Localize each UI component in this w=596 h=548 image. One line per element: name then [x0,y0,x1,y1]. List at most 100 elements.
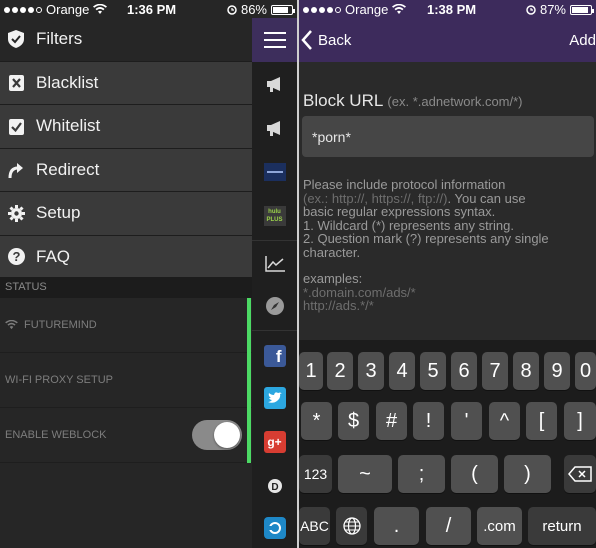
key-slash[interactable]: / [426,507,471,545]
megaphone-icon[interactable] [252,62,297,106]
menu-icon[interactable] [252,18,297,62]
menu-item-label: Whitelist [36,116,101,136]
block-url-hint: (ex. *.adnetwork.com/*) [387,94,523,109]
enable-weblock-toggle[interactable] [192,420,242,450]
status-row-proxy-setup[interactable]: WI-FI PROXY SETUP [0,353,252,408]
redirect-arrow-icon [7,161,25,179]
alarm-icon [227,4,237,15]
status-indicator-bar [247,298,251,463]
chart-icon[interactable] [252,242,297,286]
megaphone-icon[interactable] [252,106,297,150]
carrier-label: Orange [46,2,90,17]
disqus-icon[interactable]: D [252,464,297,508]
hulu-plus-icon[interactable]: hulu PLUS [252,194,297,238]
status-row-network[interactable]: FUTUREMIND [0,298,252,353]
menu-item-whitelist[interactable]: Whitelist [0,105,252,149]
key-asterisk[interactable]: * [301,402,332,440]
enable-weblock-label: ENABLE WEBLOCK [5,429,107,441]
pandora-icon[interactable] [252,150,297,194]
key-123[interactable]: 123 [299,455,332,493]
key-9[interactable]: 9 [544,352,570,390]
key-2[interactable]: 2 [327,352,353,390]
key-apostrophe[interactable]: ' [451,402,482,440]
block-url-input[interactable] [302,116,594,157]
wifi-icon [392,4,407,14]
menu-item-faq[interactable]: ? FAQ [0,236,252,279]
status-rows: FUTUREMIND WI-FI PROXY SETUP ENABLE WEBL… [0,298,252,463]
check-box-icon [7,117,25,135]
strip-separator [252,330,297,331]
key-4[interactable]: 4 [389,352,415,390]
key-period[interactable]: . [374,507,419,545]
alarm-icon [526,4,536,15]
battery-icon [271,4,295,15]
return-key[interactable]: return [528,507,596,545]
proxy-setup-label: WI-FI PROXY SETUP [5,374,113,386]
gear-icon [7,204,25,222]
key-semicolon[interactable]: ; [398,455,445,493]
key-close-paren[interactable]: ) [504,455,551,493]
menu-item-setup[interactable]: Setup [0,192,252,236]
battery-percent: 87% [539,2,566,17]
key-open-paren[interactable]: ( [451,455,498,493]
svg-text:?: ? [12,249,20,264]
battery-percent: 86% [240,2,267,17]
status-time: 1:38 PM [427,2,477,17]
menu-item-blacklist[interactable]: Blacklist [0,62,252,105]
back-button[interactable]: Back [301,30,351,50]
key-open-bracket[interactable]: [ [526,402,557,440]
key-hash[interactable]: # [376,402,407,440]
back-label: Back [318,31,352,49]
app-icon-strip: hulu PLUS f g+ D [252,18,297,548]
menu-item-filters[interactable]: Filters [0,18,252,62]
app-icon[interactable] [252,506,297,548]
twitter-icon[interactable] [252,376,297,420]
help-line: Please include protocol information [303,177,506,192]
backspace-key[interactable] [564,455,596,493]
key-3[interactable]: 3 [358,352,384,390]
key-tilde[interactable]: ~ [338,455,392,493]
key-dotcom[interactable]: .com [477,507,522,545]
globe-key[interactable] [336,507,367,545]
help-line: (ex.: http://, https://, ftp://). You ca… [303,191,593,206]
key-5[interactable]: 5 [420,352,446,390]
menu-item-label: FAQ [36,246,71,266]
key-6[interactable]: 6 [451,352,477,390]
compass-icon[interactable] [252,284,297,328]
add-button[interactable]: Add [569,32,596,49]
keyboard: 1 2 3 4 5 6 7 8 9 0 * $ # ! ' ^ [ ] 123 … [299,340,596,548]
signal-dots-icon [4,6,42,13]
help-line: basic regular expressions syntax. [303,204,496,219]
block-url-title: Block URL [303,91,383,110]
key-1[interactable]: 1 [299,352,323,390]
help-text: Please include protocol information (ex.… [303,178,593,313]
menu-item-label: Redirect [36,159,100,179]
menu-item-redirect[interactable]: Redirect [0,149,252,192]
battery-icon [570,4,594,15]
wifi-icon [93,4,108,14]
side-menu: Filters Blacklist Whitelist Redirect Set… [0,18,252,279]
examples-label: examples: [303,271,363,286]
key-caret[interactable]: ^ [489,402,520,440]
signal-dots-icon [303,6,341,13]
key-0[interactable]: 0 [575,352,596,390]
svg-text:D: D [271,482,278,493]
key-exclamation[interactable]: ! [413,402,444,440]
status-bar-left: Orange 1:36 PM 86% [0,0,297,18]
globe-icon [342,517,361,535]
backspace-icon [568,466,592,482]
right-screen: Orange 1:38 PM 87% Back Add Block URL (e… [299,0,596,548]
key-abc[interactable]: ABC [299,507,330,545]
help-line: character. [303,244,361,260]
left-screen: Orange 1:36 PM 86% Filters Blacklist Whi… [0,0,297,548]
shield-icon [7,30,25,49]
menu-item-label: Blacklist [36,72,99,92]
key-7[interactable]: 7 [482,352,508,390]
key-close-bracket[interactable]: ] [564,402,596,440]
status-section-header: STATUS [0,277,252,298]
key-dollar[interactable]: $ [338,402,369,440]
google-plus-icon[interactable]: g+ [252,420,297,464]
key-8[interactable]: 8 [513,352,539,390]
x-box-icon [7,74,25,92]
facebook-icon[interactable]: f [252,334,297,378]
